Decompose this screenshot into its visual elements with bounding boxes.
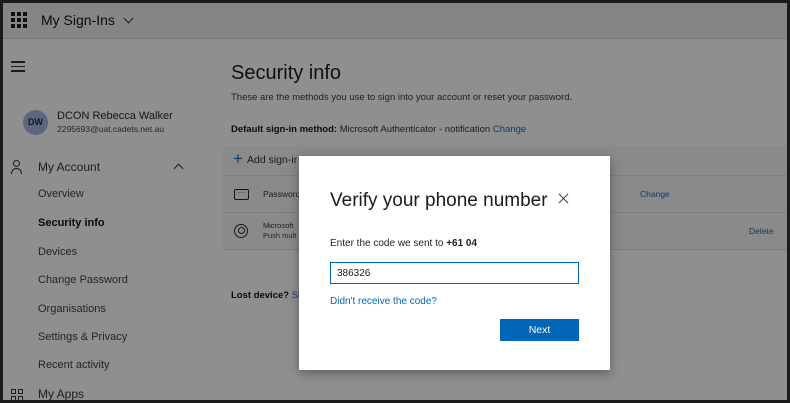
- dialog-prompt: Enter the code we sent to +61 04: [330, 238, 477, 249]
- sidebar-item-recent-activity[interactable]: Recent activity: [38, 359, 110, 371]
- default-method-label: Default sign-in method:: [231, 124, 338, 135]
- authenticator-icon: [234, 224, 248, 238]
- chevron-down-icon: [123, 13, 134, 24]
- method-sublabel: Push mult: [263, 231, 297, 240]
- user-name: DCON Rebecca Walker: [57, 110, 173, 122]
- default-method-value: Microsoft Authenticator - notification: [339, 124, 491, 135]
- app-title-dropdown[interactable]: My Sign-Ins: [41, 12, 134, 28]
- sidebar-item-overview[interactable]: Overview: [38, 188, 84, 200]
- sidebar-item-devices[interactable]: Devices: [38, 246, 77, 258]
- avatar: DW: [23, 110, 48, 135]
- prompt-text: Enter the code we sent to: [330, 238, 444, 249]
- user-email: 2295693@uat.cadets.net.au: [57, 124, 164, 134]
- top-bar: My Sign-Ins: [3, 3, 787, 39]
- sidebar-item-my-apps[interactable]: My Apps: [3, 385, 211, 401]
- sidebar-item-change-password[interactable]: Change Password: [38, 274, 128, 286]
- change-default-method-link[interactable]: Change: [493, 124, 526, 135]
- method-label: Microsoft: [263, 221, 294, 230]
- password-icon: ···: [234, 189, 249, 200]
- sidebar: DW DCON Rebecca Walker 2295693@uat.cadet…: [3, 40, 211, 401]
- close-icon[interactable]: [557, 191, 571, 207]
- chevron-up-icon: [173, 163, 184, 174]
- verify-phone-dialog: Verify your phone number Enter the code …: [299, 156, 610, 370]
- lost-device-label: Lost device?: [231, 290, 290, 301]
- delete-method-link[interactable]: Delete: [749, 226, 774, 236]
- app-launcher-icon[interactable]: [11, 12, 27, 28]
- sidebar-item-settings-privacy[interactable]: Settings & Privacy: [38, 331, 127, 343]
- apps-grid-icon: [11, 389, 23, 400]
- resend-code-link[interactable]: Didn't receive the code?: [330, 296, 437, 307]
- sidebar-item-security-info[interactable]: Security info: [38, 217, 105, 229]
- sidebar-item-organisations[interactable]: Organisations: [38, 303, 106, 315]
- change-password-link[interactable]: Change: [640, 189, 670, 199]
- add-method-label: Add sign-ir: [247, 154, 298, 166]
- window-frame: My Sign-Ins DW DCON Rebecca Walker 22956…: [0, 0, 790, 403]
- app-title: My Sign-Ins: [41, 12, 115, 28]
- sidebar-item-my-account[interactable]: My Account: [3, 157, 211, 179]
- page-title: Security info: [231, 62, 342, 84]
- sidebar-item-label: My Account: [38, 160, 101, 174]
- method-label: Password: [263, 189, 301, 199]
- page-description: These are the methods you use to sign in…: [231, 92, 573, 103]
- phone-number: +61 04: [446, 238, 478, 249]
- dialog-title: Verify your phone number: [330, 190, 548, 211]
- verification-code-input[interactable]: [330, 262, 579, 284]
- plus-icon: +: [233, 149, 243, 168]
- sidebar-item-label: My Apps: [38, 387, 85, 401]
- next-button[interactable]: Next: [500, 319, 579, 341]
- default-sign-in-method: Default sign-in method: Microsoft Authen…: [231, 124, 526, 135]
- person-icon: [11, 160, 22, 174]
- hamburger-menu-icon[interactable]: [11, 61, 25, 72]
